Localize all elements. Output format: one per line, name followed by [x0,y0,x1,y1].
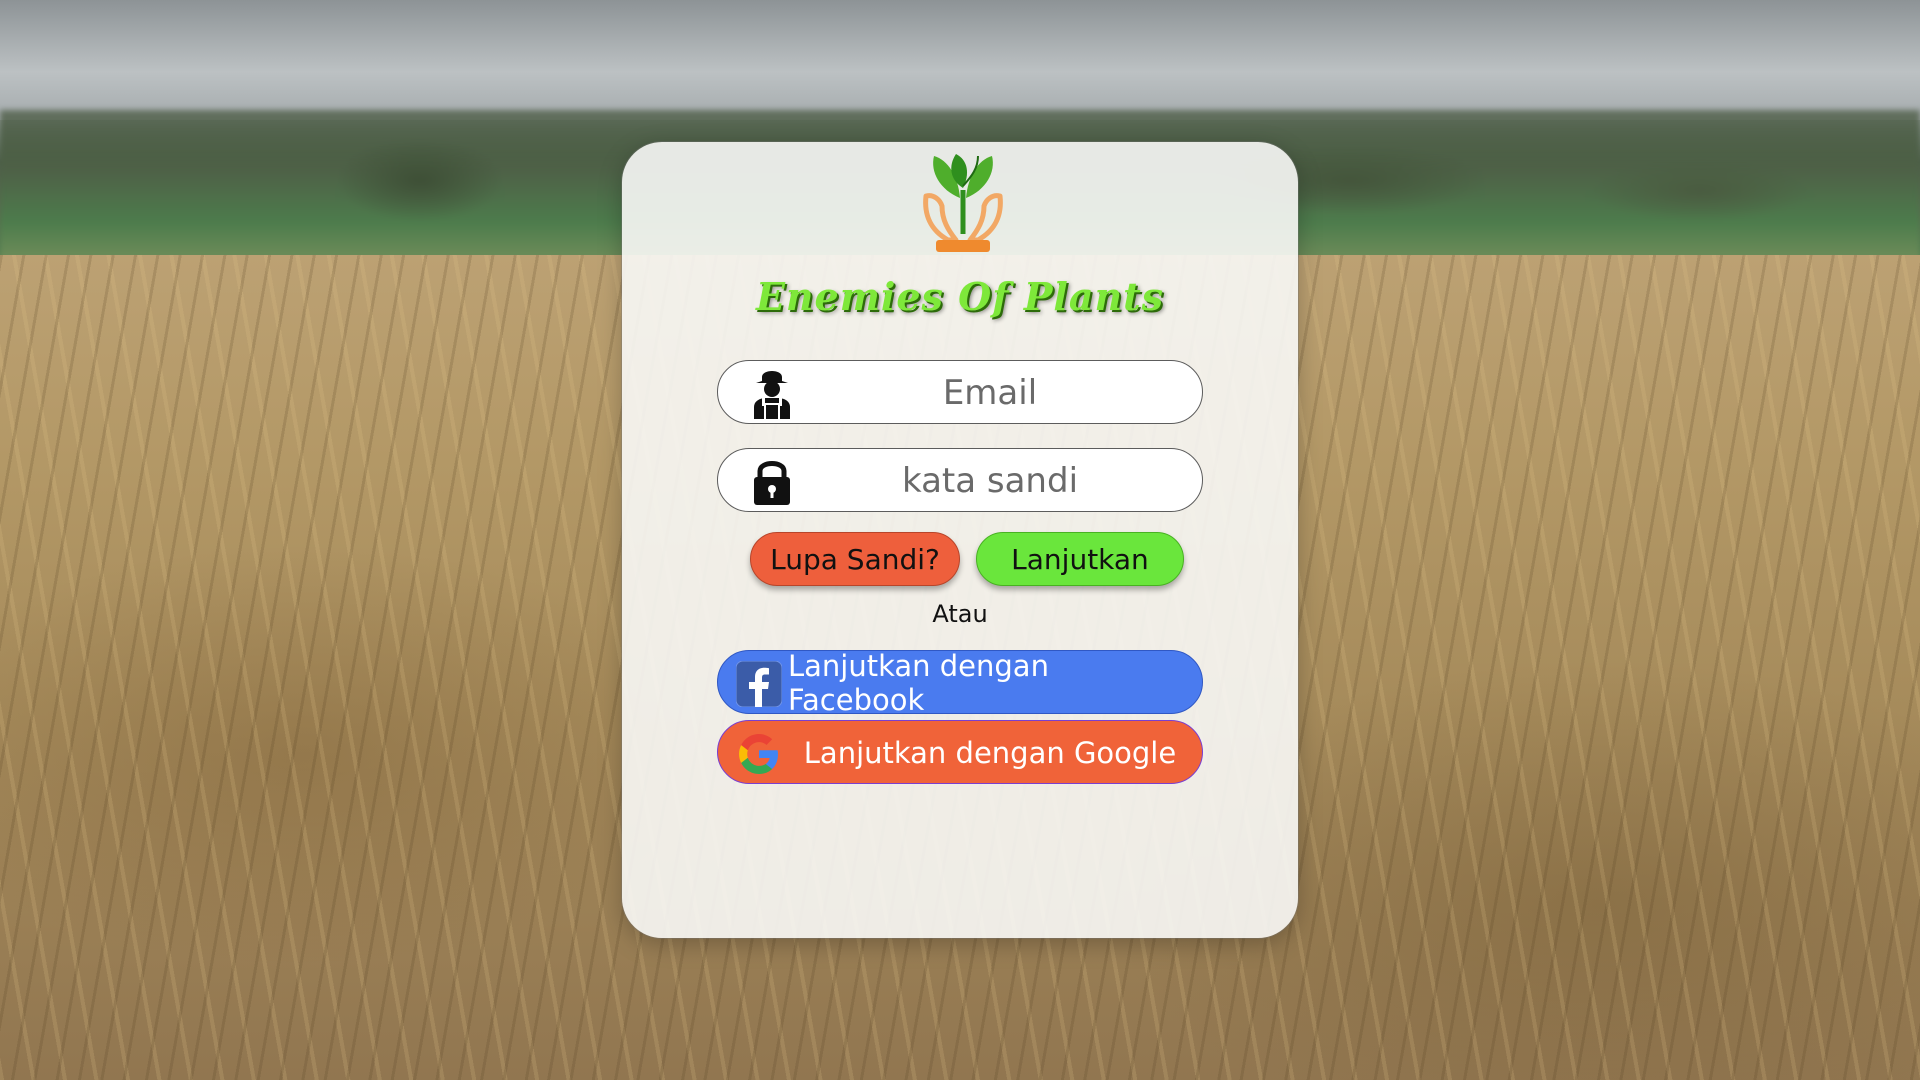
password-field[interactable] [717,448,1203,512]
forgot-password-button[interactable]: Lupa Sandi? [750,532,960,586]
email-input[interactable] [798,369,1182,417]
continue-button[interactable]: Lanjutkan [976,532,1184,586]
google-login-button[interactable]: Lanjutkan dengan Google [717,720,1203,784]
continue-label: Lanjutkan [1011,542,1149,576]
facebook-icon [736,661,782,707]
google-login-label: Lanjutkan dengan Google [803,736,1177,770]
facebook-login-button[interactable]: Lanjutkan dengan Facebook [717,649,1203,717]
sky [0,0,1920,120]
padlock-icon [754,461,790,505]
forgot-password-label: Lupa Sandi? [770,542,940,576]
sprout-in-hands-icon [923,154,1003,252]
email-field[interactable] [717,360,1203,424]
login-card: Enemies Of Plants Lupa Sandi? Lanjutkan [622,142,1298,938]
farmer-icon [754,371,790,419]
password-input[interactable] [798,457,1182,505]
google-icon [739,734,778,774]
or-separator: Atau [932,600,988,628]
app-title: Enemies Of Plants [755,274,1165,319]
facebook-login-label: Lanjutkan dengan Facebook [788,649,1049,717]
